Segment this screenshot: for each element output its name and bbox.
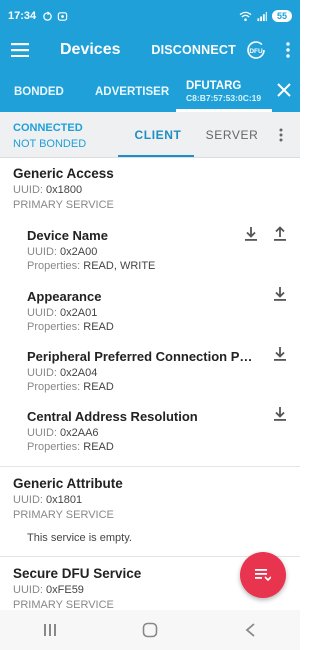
home-icon	[142, 622, 158, 638]
service-divider	[0, 466, 300, 467]
log-fab-button[interactable]	[240, 552, 286, 598]
characteristic-item[interactable]: Central Address Resolution UUID: 0x2AA6 …	[27, 409, 263, 453]
properties-label: Properties:	[27, 381, 81, 393]
characteristic-properties-row: Properties: READ	[27, 381, 263, 393]
download-icon[interactable]	[243, 226, 259, 242]
recent-apps-button[interactable]	[30, 615, 70, 645]
download-icon[interactable]	[272, 406, 288, 422]
service-type: PRIMARY SERVICE	[13, 199, 114, 211]
characteristic-properties-row: Properties: READ, WRITE	[27, 260, 263, 272]
characteristic-uuid-row: UUID: 0x2AA6	[27, 427, 263, 439]
status-time: 17:34	[8, 10, 37, 22]
services-list[interactable]: Generic Access UUID: 0x1800 PRIMARY SERV…	[0, 158, 300, 610]
wifi-icon	[239, 11, 252, 21]
characteristic-item[interactable]: Appearance UUID: 0x2A01 Properties: READ	[27, 289, 263, 333]
characteristic-name: Device Name	[27, 228, 108, 243]
tab-client[interactable]: CLIENT	[120, 112, 196, 158]
connection-status: CONNECTED	[13, 122, 83, 134]
characteristic-name: Central Address Resolution	[27, 409, 198, 424]
service-uuid: 0x1800	[46, 184, 83, 196]
characteristic-uuid-row: UUID: 0x2A04	[27, 367, 263, 379]
empty-service-message: This service is empty.	[27, 532, 132, 544]
status-bar: 17:34 55	[0, 0, 300, 32]
uuid-label: UUID:	[13, 584, 43, 596]
bond-status: NOT BONDED	[13, 138, 87, 150]
connection-more-icon[interactable]	[273, 124, 289, 146]
back-button[interactable]	[230, 615, 270, 645]
dfu-icon-label: DFU	[249, 48, 263, 55]
characteristic-properties-row: Properties: READ	[27, 441, 263, 453]
characteristic-name: Peripheral Preferred Connection Para...	[27, 349, 259, 364]
service-uuid-row: UUID: 0xFE59	[13, 584, 141, 596]
service-item[interactable]: Generic Access UUID: 0x1800 PRIMARY SERV…	[13, 166, 114, 211]
characteristic-item[interactable]: Device Name UUID: 0x2A00 Properties: REA…	[27, 228, 263, 272]
characteristic-properties: READ	[83, 441, 114, 453]
characteristic-properties-row: Properties: READ	[27, 321, 263, 333]
system-navigation-bar	[0, 610, 300, 650]
app-bar: Devices DISCONNECT DFU	[0, 32, 300, 68]
dfu-icon[interactable]: DFU	[236, 32, 276, 68]
device-tabs: BONDED ADVERTISER DFUTARG C8:B7:57:53:0C…	[0, 68, 300, 112]
disconnect-button[interactable]: DISCONNECT	[151, 43, 236, 57]
download-icon[interactable]	[272, 346, 288, 362]
uuid-label: UUID:	[27, 367, 57, 379]
home-button[interactable]	[130, 615, 170, 645]
service-name: Generic Access	[13, 166, 114, 181]
service-uuid-row: UUID: 0x1801	[13, 494, 123, 506]
download-icon[interactable]	[272, 286, 288, 302]
characteristic-uuid-row: UUID: 0x2A01	[27, 307, 263, 319]
service-item[interactable]: Secure DFU Service UUID: 0xFE59 PRIMARY …	[13, 566, 141, 610]
back-icon	[245, 623, 255, 637]
tab-device-name: DFUTARG	[186, 80, 242, 92]
characteristic-properties: READ	[83, 381, 114, 393]
characteristic-properties: READ	[83, 321, 114, 333]
uuid-label: UUID:	[27, 427, 57, 439]
uuid-label: UUID:	[13, 494, 43, 506]
service-uuid: 0xFE59	[46, 584, 84, 596]
status-right: 55	[239, 10, 292, 22]
connection-bar: CONNECTED NOT BONDED CLIENT SERVER	[0, 112, 300, 158]
properties-label: Properties:	[27, 441, 81, 453]
more-options-icon[interactable]	[276, 32, 300, 68]
characteristic-item[interactable]: Peripheral Preferred Connection Para... …	[27, 349, 263, 393]
menu-icon[interactable]	[0, 32, 40, 68]
tab-server[interactable]: SERVER	[200, 112, 264, 158]
characteristic-name: Appearance	[27, 289, 102, 304]
service-type: PRIMARY SERVICE	[13, 599, 114, 610]
recents-icon	[44, 624, 56, 636]
uuid-label: UUID:	[27, 246, 57, 258]
characteristic-uuid: 0x2A01	[60, 307, 98, 319]
uuid-label: UUID:	[13, 184, 43, 196]
characteristic-uuid: 0x2A04	[60, 367, 98, 379]
service-uuid: 0x1801	[46, 494, 83, 506]
characteristic-uuid-row: UUID: 0x2A00	[27, 246, 263, 258]
service-item[interactable]: Generic Attribute UUID: 0x1801 PRIMARY S…	[13, 476, 123, 521]
app-notification-icon	[57, 11, 68, 21]
log-icon	[255, 569, 271, 582]
service-type: PRIMARY SERVICE	[13, 509, 114, 521]
characteristic-uuid: 0x2A00	[60, 246, 98, 258]
characteristic-uuid: 0x2AA6	[60, 427, 99, 439]
service-uuid-row: UUID: 0x1800	[13, 184, 114, 196]
app-title: Devices	[60, 41, 121, 58]
status-notification-icons	[42, 10, 68, 22]
tab-bonded[interactable]: BONDED	[14, 86, 64, 98]
sync-icon	[43, 10, 52, 21]
characteristic-properties: READ, WRITE	[83, 260, 156, 272]
upload-icon[interactable]	[272, 226, 288, 242]
tab-advertiser[interactable]: ADVERTISER	[95, 86, 169, 98]
properties-label: Properties:	[27, 260, 81, 272]
tab-device-address: C8:B7:57:53:0C:19	[186, 93, 262, 103]
uuid-label: UUID:	[27, 307, 57, 319]
tab-device-dfutarg[interactable]: DFUTARG C8:B7:57:53:0C:19	[176, 76, 272, 112]
close-icon[interactable]	[276, 82, 292, 98]
service-name: Secure DFU Service	[13, 566, 142, 581]
properties-label: Properties:	[27, 321, 81, 333]
battery-indicator: 55	[271, 10, 292, 22]
service-name: Generic Attribute	[13, 476, 123, 491]
client-tab-indicator	[118, 155, 194, 157]
signal-icon	[257, 11, 268, 21]
